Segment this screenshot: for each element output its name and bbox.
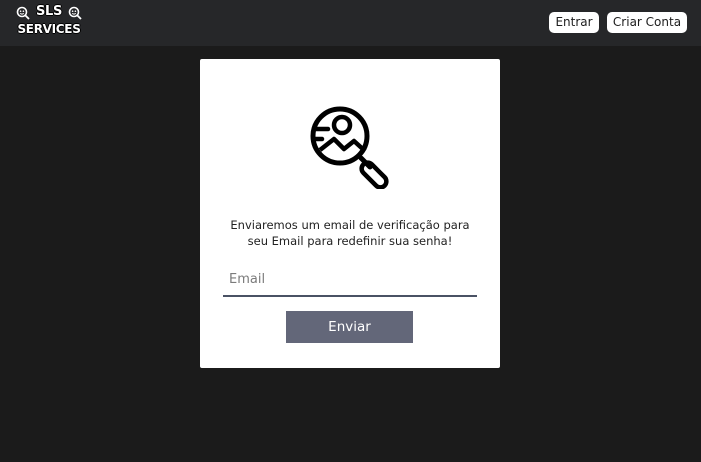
logo-text-line2: SERVICES xyxy=(17,22,81,36)
instruction-line-1: Enviaremos um email de verificação para xyxy=(230,218,470,232)
navbar: SLS SERVICES Entrar Criar Conta xyxy=(0,0,701,46)
signup-button[interactable]: Criar Conta xyxy=(607,12,687,33)
submit-button[interactable]: Enviar xyxy=(286,311,413,343)
email-field[interactable] xyxy=(223,264,477,295)
logo-text-line1: SLS xyxy=(35,4,63,19)
reset-password-card: Enviaremos um email de verificação para … xyxy=(200,59,500,368)
search-user-icon xyxy=(310,106,389,189)
instruction-text: Enviaremos um email de verificação para … xyxy=(220,217,480,249)
email-field-wrapper xyxy=(223,264,477,297)
logo[interactable]: SLS SERVICES xyxy=(16,4,82,40)
login-button[interactable]: Entrar xyxy=(549,12,599,33)
instruction-line-2: seu Email para redefinir sua senha! xyxy=(247,234,453,248)
